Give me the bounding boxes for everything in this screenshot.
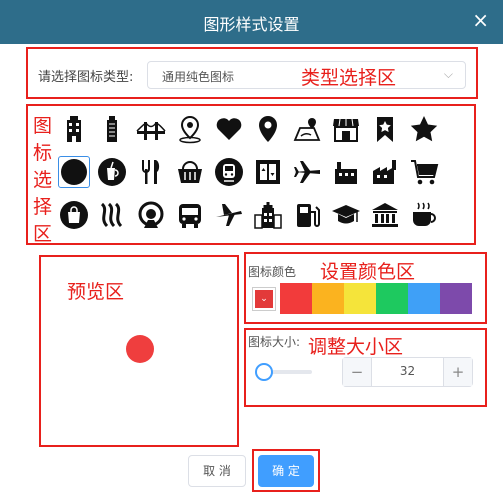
color-swatch-green[interactable] bbox=[376, 283, 408, 314]
map-route-icon[interactable] bbox=[291, 113, 323, 145]
color-swatch-orange[interactable] bbox=[312, 283, 344, 314]
graduation-cap-icon[interactable] bbox=[330, 199, 362, 231]
preview-annotation: 预览区 bbox=[67, 281, 125, 303]
style-dialog: 图形样式设置 × 请选择图标类型: 通用纯色图标 ⌵ 类型选择区 图 标 选 择… bbox=[0, 0, 503, 500]
icon-section-annotation: 图 标 选 择 区 bbox=[33, 113, 52, 248]
station-icon[interactable] bbox=[135, 199, 167, 231]
chevron-down-icon: ⌄ bbox=[255, 290, 273, 308]
increase-button[interactable]: + bbox=[443, 358, 472, 386]
tower-icon[interactable] bbox=[96, 113, 128, 145]
drink-icon[interactable] bbox=[96, 156, 128, 188]
bookmark-star-icon[interactable] bbox=[369, 113, 401, 145]
basket-icon[interactable] bbox=[174, 156, 206, 188]
bus-icon[interactable] bbox=[174, 199, 206, 231]
fork-knife-icon[interactable] bbox=[135, 156, 167, 188]
color-section-annotation: 设置颜色区 bbox=[320, 261, 416, 283]
coffee-icon[interactable] bbox=[408, 199, 440, 231]
cancel-button[interactable]: 取 消 bbox=[188, 455, 246, 487]
color-swatch-purple[interactable] bbox=[440, 283, 472, 314]
color-picker[interactable]: ⌄ bbox=[252, 287, 276, 311]
dialog-title: 图形样式设置 bbox=[203, 15, 300, 34]
size-section-annotation: 调整大小区 bbox=[308, 336, 404, 358]
bridge-icon[interactable] bbox=[135, 113, 167, 145]
size-stepper: − 32 + bbox=[342, 357, 473, 387]
heart-icon[interactable] bbox=[213, 113, 245, 145]
type-section-annotation: 类型选择区 bbox=[301, 67, 397, 89]
ok-button[interactable]: 确 定 bbox=[258, 455, 314, 487]
hospital-building-icon[interactable] bbox=[252, 199, 284, 231]
elevator-icon[interactable] bbox=[252, 156, 284, 188]
building-icon[interactable] bbox=[58, 113, 90, 145]
subway-icon[interactable] bbox=[213, 156, 245, 188]
annotation-char: 区 bbox=[33, 223, 53, 245]
preview-icon bbox=[126, 335, 154, 363]
circle-icon[interactable] bbox=[58, 156, 90, 188]
wave-icon[interactable] bbox=[96, 199, 128, 231]
gas-station-icon[interactable] bbox=[291, 199, 323, 231]
type-label: 请选择图标类型: bbox=[38, 70, 134, 85]
close-icon[interactable]: × bbox=[472, 9, 489, 31]
size-slider-handle[interactable] bbox=[255, 363, 273, 381]
decrease-button[interactable]: − bbox=[343, 358, 372, 386]
annotation-char: 择 bbox=[33, 196, 53, 218]
dialog-titlebar: 图形样式设置 × bbox=[0, 0, 503, 44]
annotation-char: 标 bbox=[33, 142, 53, 164]
color-swatch-red[interactable] bbox=[280, 283, 312, 314]
factory-chimney-icon[interactable] bbox=[369, 156, 401, 188]
type-select-value: 通用纯色图标 bbox=[162, 70, 235, 84]
airplane-icon[interactable] bbox=[291, 156, 323, 188]
cart-icon[interactable] bbox=[408, 156, 440, 188]
location-pin-icon[interactable] bbox=[252, 113, 284, 145]
airplane-right-icon[interactable] bbox=[213, 199, 245, 231]
bank-icon[interactable] bbox=[369, 199, 401, 231]
size-value-input[interactable]: 32 bbox=[372, 364, 443, 378]
color-swatch-yellow[interactable] bbox=[344, 283, 376, 314]
color-label: 图标颜色 bbox=[248, 265, 297, 279]
chevron-down-icon: ⌵ bbox=[443, 67, 453, 81]
annotation-char: 选 bbox=[33, 169, 53, 191]
shop-icon[interactable] bbox=[330, 113, 362, 145]
annotation-char: 图 bbox=[33, 115, 53, 137]
map-pin-person-icon[interactable] bbox=[174, 113, 206, 145]
color-swatch-blue[interactable] bbox=[408, 283, 440, 314]
size-label: 图标大小: bbox=[248, 335, 301, 349]
star-icon[interactable] bbox=[408, 113, 440, 145]
factory-icon[interactable] bbox=[330, 156, 362, 188]
shopping-bag-icon[interactable] bbox=[58, 199, 90, 231]
